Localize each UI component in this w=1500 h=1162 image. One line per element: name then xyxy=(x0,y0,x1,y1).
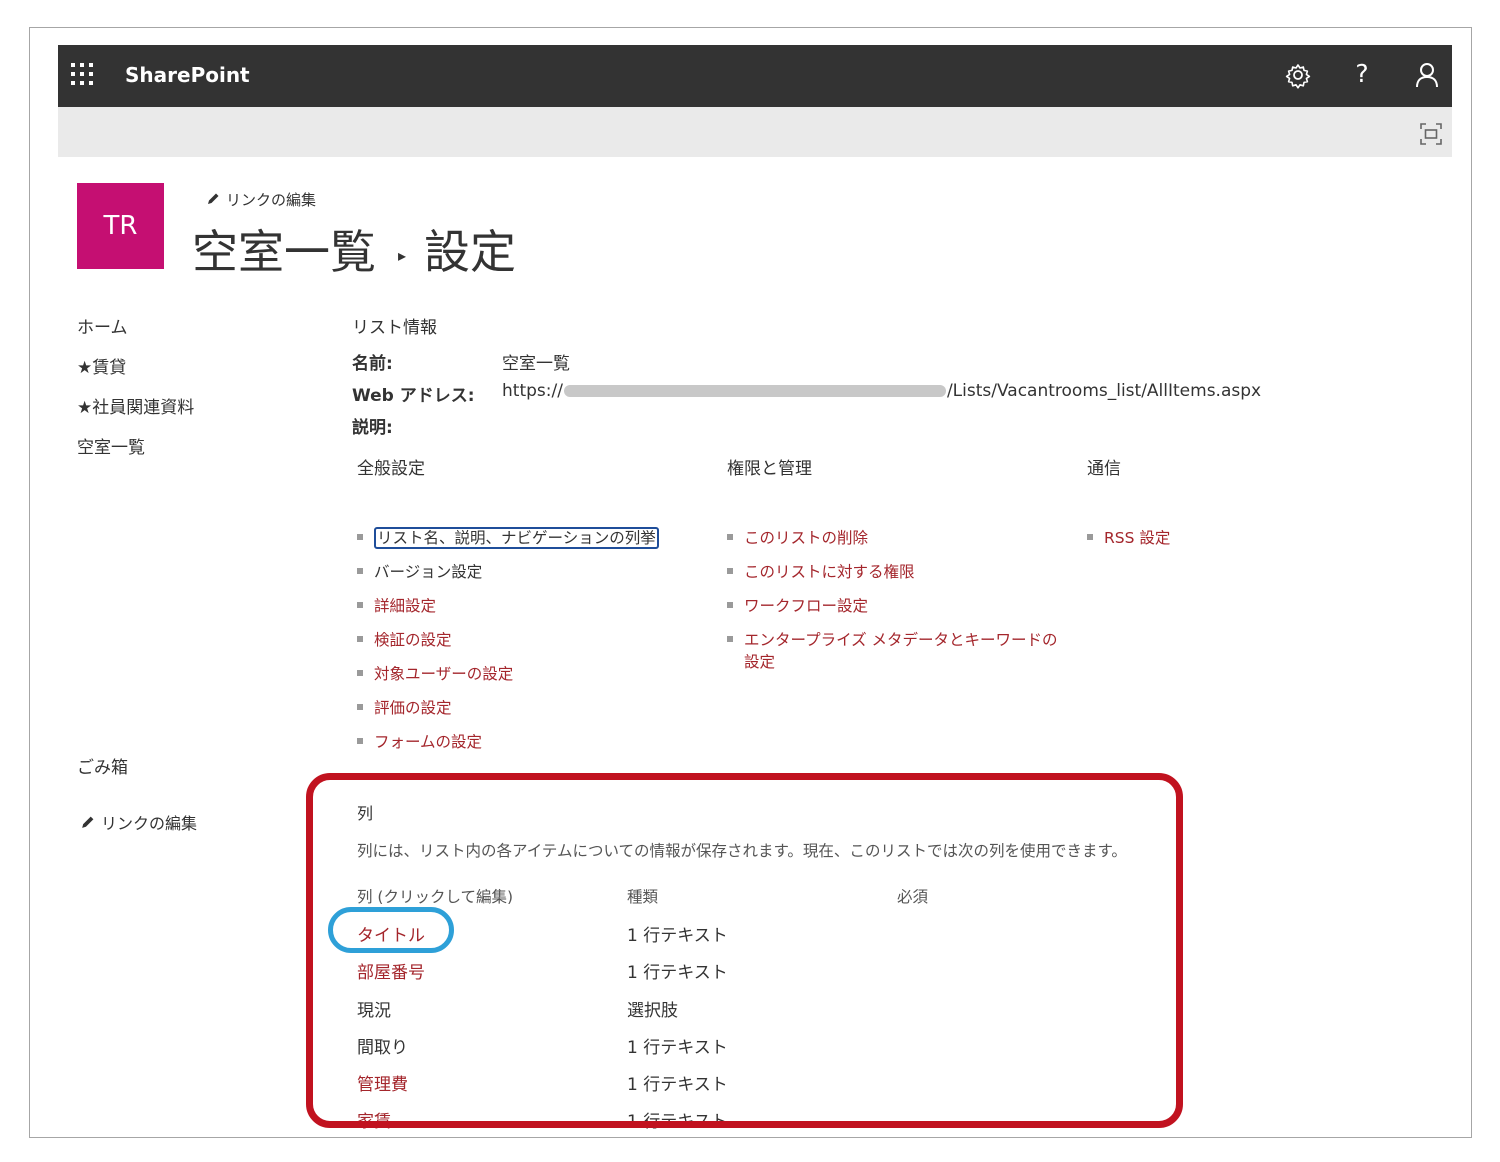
gear-icon[interactable] xyxy=(1282,59,1314,91)
column-row-type: 選択肢 xyxy=(627,1001,678,1021)
bullet-icon xyxy=(1087,533,1093,540)
bullet-icon xyxy=(357,635,363,642)
edit-links-label: リンクの編集 xyxy=(101,814,198,833)
site-logo[interactable]: TR xyxy=(77,183,164,269)
pencil-icon xyxy=(80,815,95,834)
link-list-permissions[interactable]: このリストに対する権限 xyxy=(727,560,915,582)
link-validation-settings[interactable]: 検証の設定 xyxy=(357,628,452,650)
column-row-name[interactable]: 現況 xyxy=(357,996,391,1021)
general-settings-heading: 全般設定 xyxy=(357,459,425,479)
column-row-name[interactable]: 間取り xyxy=(357,1033,408,1058)
column-row-type: 1 行テキスト xyxy=(627,1075,728,1095)
bullet-icon xyxy=(357,703,363,710)
bullet-icon xyxy=(357,533,363,540)
name-label: 名前: xyxy=(352,354,393,374)
link-rss-settings[interactable]: RSS 設定 xyxy=(1087,526,1170,548)
edit-links-side[interactable]: リンクの編集 xyxy=(80,810,197,834)
list-info-heading: リスト情報 xyxy=(352,318,437,338)
sharepoint-brand[interactable]: SharePoint xyxy=(125,63,250,87)
command-bar xyxy=(58,107,1452,157)
web-address-suffix: /Lists/Vacantrooms_list/AllItems.aspx xyxy=(946,381,1262,401)
nav-item-vacant-rooms[interactable]: 空室一覧 xyxy=(77,433,145,458)
column-header-name: 列 (クリックして編集) xyxy=(357,888,514,906)
page-title: 空室一覧 ▸ 設定 xyxy=(192,216,516,282)
link-form-settings[interactable]: フォームの設定 xyxy=(357,730,482,752)
edit-links-top[interactable]: リンクの編集 xyxy=(206,189,316,210)
bullet-icon xyxy=(727,635,733,642)
nav-item-recycle-bin[interactable]: ごみ箱 xyxy=(77,753,128,778)
web-address-value[interactable]: https:// /Lists/Vacantrooms_list/AllItems… xyxy=(502,381,1261,401)
browser-frame: SharePoint ? TR リンクの編集 空室一覧 ▸ 設定 ホーム ★賃貸… xyxy=(29,27,1472,1138)
link-metadata-settings[interactable]: エンタープライズ メタデータとキーワードの 設定 xyxy=(727,628,1058,672)
bullet-icon xyxy=(357,601,363,608)
column-row-name[interactable]: 家賃 xyxy=(357,1107,391,1132)
bullet-icon xyxy=(357,737,363,744)
link-version-settings[interactable]: バージョン設定 xyxy=(357,560,482,582)
description-label: 説明: xyxy=(352,418,393,438)
link-audience-settings[interactable]: 対象ユーザーの設定 xyxy=(357,662,513,684)
column-row-name[interactable]: 部屋番号 xyxy=(357,958,425,983)
nav-item-home[interactable]: ホーム xyxy=(77,313,128,338)
edit-links-label: リンクの編集 xyxy=(226,191,317,209)
breadcrumb-page-title: 設定 xyxy=(424,225,517,279)
column-row-name[interactable]: タイトル xyxy=(357,921,425,946)
column-row-name[interactable]: 管理費 xyxy=(357,1070,408,1095)
columns-description: 列には、リスト内の各アイテムについての情報が保存されます。現在、このリストでは次… xyxy=(357,842,1127,860)
name-value: 空室一覧 xyxy=(502,354,570,374)
bullet-icon xyxy=(727,533,733,540)
column-row-type: 1 行テキスト xyxy=(627,926,728,946)
link-advanced-settings[interactable]: 詳細設定 xyxy=(357,594,436,616)
column-header-type: 種類 xyxy=(627,888,659,906)
link-rating-settings[interactable]: 評価の設定 xyxy=(357,696,452,718)
app-launcher-icon[interactable] xyxy=(71,63,93,85)
web-address-label: Web アドレス: xyxy=(352,386,475,406)
column-row-type: 1 行テキスト xyxy=(627,1112,728,1132)
pencil-icon xyxy=(206,192,220,210)
highlight-columns-box xyxy=(306,773,1183,1128)
redacted-mask xyxy=(563,385,946,397)
link-workflow-settings[interactable]: ワークフロー設定 xyxy=(727,594,868,616)
column-header-required: 必須 xyxy=(897,888,929,906)
bullet-icon xyxy=(357,669,363,676)
permissions-heading: 権限と管理 xyxy=(727,459,812,479)
web-address-prefix: https:// xyxy=(502,381,563,401)
breadcrumb-list-title[interactable]: 空室一覧 xyxy=(192,225,376,279)
link-list-name-description[interactable]: リスト名、説明、ナビゲーションの列挙 xyxy=(357,526,659,549)
nav-item-rental[interactable]: ★賃貸 xyxy=(77,353,126,378)
bullet-icon xyxy=(357,567,363,574)
column-row-type: 1 行テキスト xyxy=(627,963,728,983)
breadcrumb-separator-icon: ▸ xyxy=(398,246,407,265)
focus-mode-icon[interactable] xyxy=(1420,123,1442,145)
bullet-icon xyxy=(727,567,733,574)
columns-heading: 列 xyxy=(357,804,374,823)
suite-bar: SharePoint ? xyxy=(58,45,1452,107)
person-icon[interactable] xyxy=(1411,59,1443,91)
bullet-icon xyxy=(727,601,733,608)
column-row-type: 1 行テキスト xyxy=(627,1038,728,1058)
link-delete-list[interactable]: このリストの削除 xyxy=(727,526,868,548)
communications-heading: 通信 xyxy=(1087,459,1121,479)
nav-item-employee-docs[interactable]: ★社員関連資料 xyxy=(77,393,194,418)
help-icon[interactable]: ? xyxy=(1346,59,1378,91)
